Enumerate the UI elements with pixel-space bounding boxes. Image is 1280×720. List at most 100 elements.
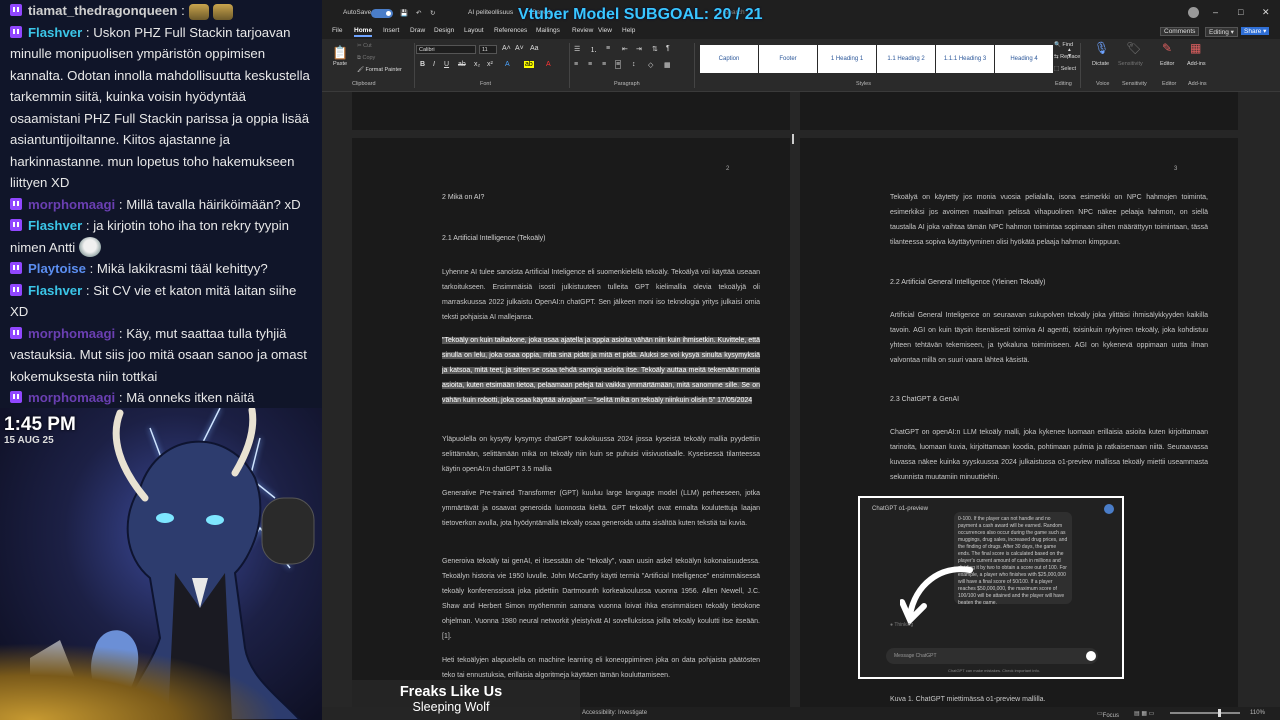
font-name-select[interactable]: Calibri	[416, 45, 476, 54]
tab-view[interactable]: View	[598, 27, 612, 34]
tab-layout[interactable]: Layout	[464, 27, 484, 34]
dictate-icon[interactable]: 🎙	[1094, 41, 1109, 55]
chat-username[interactable]: Flashver	[28, 25, 82, 40]
heading-2-2: 2.2 Artificial General Intelligence (Yle…	[890, 279, 1046, 286]
style-5[interactable]: 1.1.1 Heading 3	[936, 45, 994, 73]
maximize-icon[interactable]: □	[1238, 7, 1243, 17]
tab-help[interactable]: Help	[622, 27, 635, 34]
chat-username[interactable]: Flashver	[28, 283, 82, 298]
multilevel-list-icon[interactable]: ≡	[606, 45, 610, 52]
style-3[interactable]: 1 Heading 1	[818, 45, 876, 73]
tab-references[interactable]: References	[494, 27, 527, 34]
chat-username[interactable]: morphomaagi	[28, 326, 115, 341]
paste-button[interactable]: Paste	[333, 61, 347, 67]
select-button[interactable]: ⬚ Select	[1054, 66, 1076, 72]
autosave-toggle[interactable]	[371, 9, 393, 18]
chat-username[interactable]: morphomaagi	[28, 197, 115, 212]
document-title[interactable]: AI peliteollisuus	[468, 9, 513, 16]
tab-file[interactable]: File	[332, 27, 342, 34]
heading-2-3: 2.3 ChatGPT & GenAI	[890, 396, 960, 403]
italic-button[interactable]: I	[433, 61, 435, 68]
font-color-icon[interactable]: A	[546, 61, 551, 68]
focus-button[interactable]: ▭ Focus	[1097, 710, 1119, 719]
redo-icon[interactable]: ↻	[430, 9, 435, 17]
zoom-slider-thumb[interactable]	[1218, 709, 1221, 717]
tab-home[interactable]: Home	[354, 27, 373, 37]
sensitivity-icon[interactable]: 🏷	[1126, 41, 1141, 55]
account-avatar[interactable]	[1188, 7, 1199, 18]
comments-button[interactable]: Comments	[1160, 27, 1200, 36]
align-left-icon[interactable]: ≡	[574, 61, 578, 68]
dictate-button[interactable]: Dictate	[1092, 61, 1109, 67]
tab-insert[interactable]: Insert	[383, 27, 399, 34]
page-2[interactable]: 2 2 Mikä on AI? 2.1 Artificial Intellige…	[352, 138, 790, 707]
share-label: Share	[1244, 28, 1262, 35]
shading-icon[interactable]: ◇	[648, 61, 653, 69]
bold-button[interactable]: B	[420, 61, 425, 68]
line-spacing-icon[interactable]: ↕	[632, 61, 636, 68]
close-icon[interactable]: ✕	[1262, 7, 1270, 18]
save-icon[interactable]: 💾	[400, 9, 408, 17]
chat-text: : Mikä lakikrasmi tääl kehittyy?	[89, 261, 268, 276]
figure-caption: Kuva 1. ChatGPT miettimässä o1-preview m…	[890, 696, 1046, 703]
sort-icon[interactable]: ⇅	[652, 45, 658, 53]
find-button[interactable]: 🔍 Find	[1054, 42, 1073, 48]
superscript-button[interactable]: x²	[487, 61, 493, 68]
underline-button[interactable]: U	[444, 61, 449, 68]
align-center-icon[interactable]: ≡	[588, 61, 592, 68]
tab-mailings[interactable]: Mailings	[536, 27, 560, 34]
style-2[interactable]: Footer	[759, 45, 817, 73]
twitch-icon	[10, 262, 22, 274]
subscript-button[interactable]: x₂	[474, 61, 480, 68]
borders-icon[interactable]: ▦	[664, 61, 671, 69]
editor-button[interactable]: Editor	[1160, 61, 1174, 67]
grow-font-icon[interactable]: A˄	[502, 45, 511, 52]
chat-username[interactable]: tiamat_thedragonqueen	[28, 3, 177, 18]
zoom-slider[interactable]	[1170, 712, 1240, 714]
chat-username[interactable]: morphomaagi	[28, 390, 115, 405]
highlight-icon[interactable]: ab	[524, 61, 534, 68]
align-right-icon[interactable]: ≡	[602, 61, 606, 68]
decrease-indent-icon[interactable]: ⇤	[622, 45, 628, 53]
document-canvas[interactable]: 2 2 Mikä on AI? 2.1 Artificial Intellige…	[322, 92, 1280, 707]
chat-username[interactable]: Playtoise	[28, 261, 86, 276]
microphone	[261, 497, 315, 565]
tab-review[interactable]: Review	[572, 27, 593, 34]
font-size-select[interactable]: 11	[479, 45, 497, 54]
strikethrough-button[interactable]: ab	[458, 61, 466, 68]
accessibility-status[interactable]: Accessibility: Investigate	[582, 710, 647, 716]
cut-button[interactable]: ✂ Cut	[357, 43, 372, 49]
add-ins-button[interactable]: Add-ins	[1187, 61, 1206, 67]
show-formatting-icon[interactable]: ¶	[666, 45, 670, 52]
date: 15 AUG 25	[4, 435, 54, 446]
editor-icon[interactable]: ✎	[1162, 41, 1172, 55]
chatgpt-disclaimer: ChatGPT can make mistakes. Check importa…	[948, 668, 1040, 673]
view-buttons[interactable]: ▤ ▦ ▭	[1134, 710, 1154, 717]
style-1[interactable]: Caption	[700, 45, 758, 73]
zoom-level[interactable]: 110%	[1250, 710, 1265, 716]
bullets-icon[interactable]: ☰	[574, 45, 580, 53]
paste-icon[interactable]: 📋	[332, 45, 348, 61]
add-ins-icon[interactable]: ▦	[1190, 41, 1201, 55]
chat-username[interactable]: Flashver	[28, 218, 82, 233]
copy-button[interactable]: ⧉ Copy	[357, 55, 375, 62]
editing-mode-button[interactable]: Editing ▾	[1205, 27, 1238, 37]
shrink-font-icon[interactable]: A˅	[515, 45, 524, 52]
format-painter-button[interactable]: 🖌 Format Painter	[357, 67, 402, 73]
chat-message: Flashver : Uskon PHZ Full Stackin tarjoa…	[10, 22, 316, 194]
increase-indent-icon[interactable]: ⇥	[636, 45, 642, 53]
tab-draw[interactable]: Draw	[410, 27, 425, 34]
change-case-icon[interactable]: Aa	[530, 45, 539, 52]
style-6[interactable]: Heading 4	[995, 45, 1053, 73]
text-effects-icon[interactable]: A	[505, 61, 510, 68]
style-4[interactable]: 1.1 Heading 2	[877, 45, 935, 73]
justify-icon[interactable]: ≡	[614, 60, 622, 69]
tab-design[interactable]: Design	[434, 27, 454, 34]
sensitivity-button[interactable]: Sensitivity	[1118, 61, 1143, 67]
undo-icon[interactable]: ↶	[416, 9, 421, 17]
styles-group-label: Styles	[856, 81, 871, 87]
numbering-icon[interactable]: ⒈	[590, 45, 597, 55]
replace-button[interactable]: ⇆ Replace	[1054, 54, 1080, 60]
minimize-icon[interactable]: –	[1213, 7, 1218, 17]
share-button[interactable]: Share ▾	[1241, 27, 1270, 35]
